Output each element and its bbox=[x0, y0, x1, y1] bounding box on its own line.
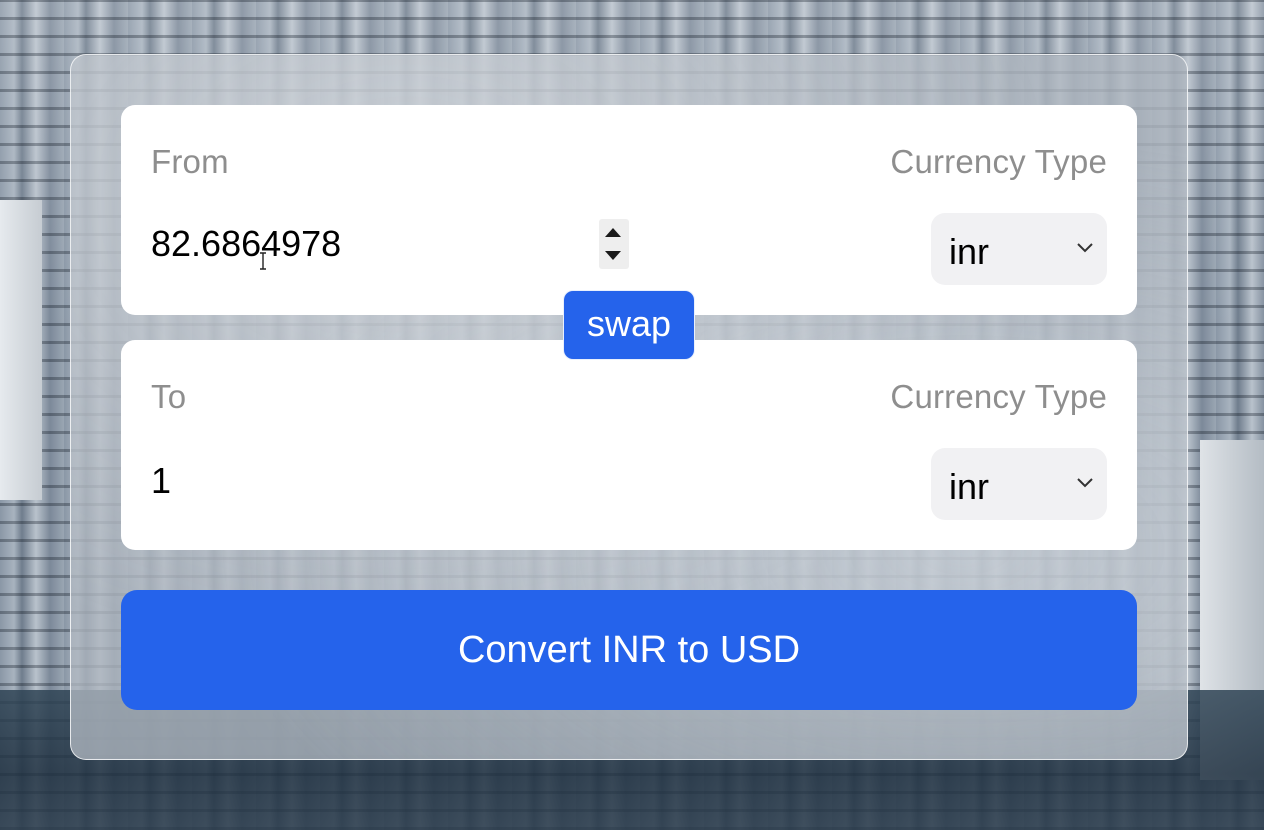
from-amount-stepper[interactable] bbox=[599, 219, 629, 269]
from-currency-type-label: Currency Type bbox=[890, 143, 1107, 180]
swap-button[interactable]: swap bbox=[563, 290, 695, 360]
from-amount-input[interactable]: 82.6864978 bbox=[151, 223, 341, 265]
to-currency-value: inr bbox=[949, 466, 990, 507]
to-label: To bbox=[151, 378, 187, 415]
to-currency-type-label: Currency Type bbox=[890, 378, 1107, 415]
decrement-arrow-icon[interactable] bbox=[605, 251, 621, 260]
from-label: From bbox=[151, 143, 229, 180]
to-amount-input[interactable]: 1 bbox=[151, 460, 171, 502]
from-panel: From Currency Type 82.6864978 inr bbox=[121, 105, 1137, 315]
to-currency-select[interactable]: inr bbox=[931, 448, 1107, 520]
background-building-left bbox=[0, 200, 42, 500]
from-currency-value: inr bbox=[949, 231, 990, 272]
chevron-down-icon bbox=[1077, 243, 1093, 253]
to-panel: To Currency Type 1 inr bbox=[121, 340, 1137, 550]
increment-arrow-icon[interactable] bbox=[605, 228, 621, 237]
chevron-down-icon bbox=[1077, 478, 1093, 488]
convert-button[interactable]: Convert INR to USD bbox=[121, 590, 1137, 710]
text-cursor-icon bbox=[260, 252, 266, 270]
from-currency-select[interactable]: inr bbox=[931, 213, 1107, 285]
